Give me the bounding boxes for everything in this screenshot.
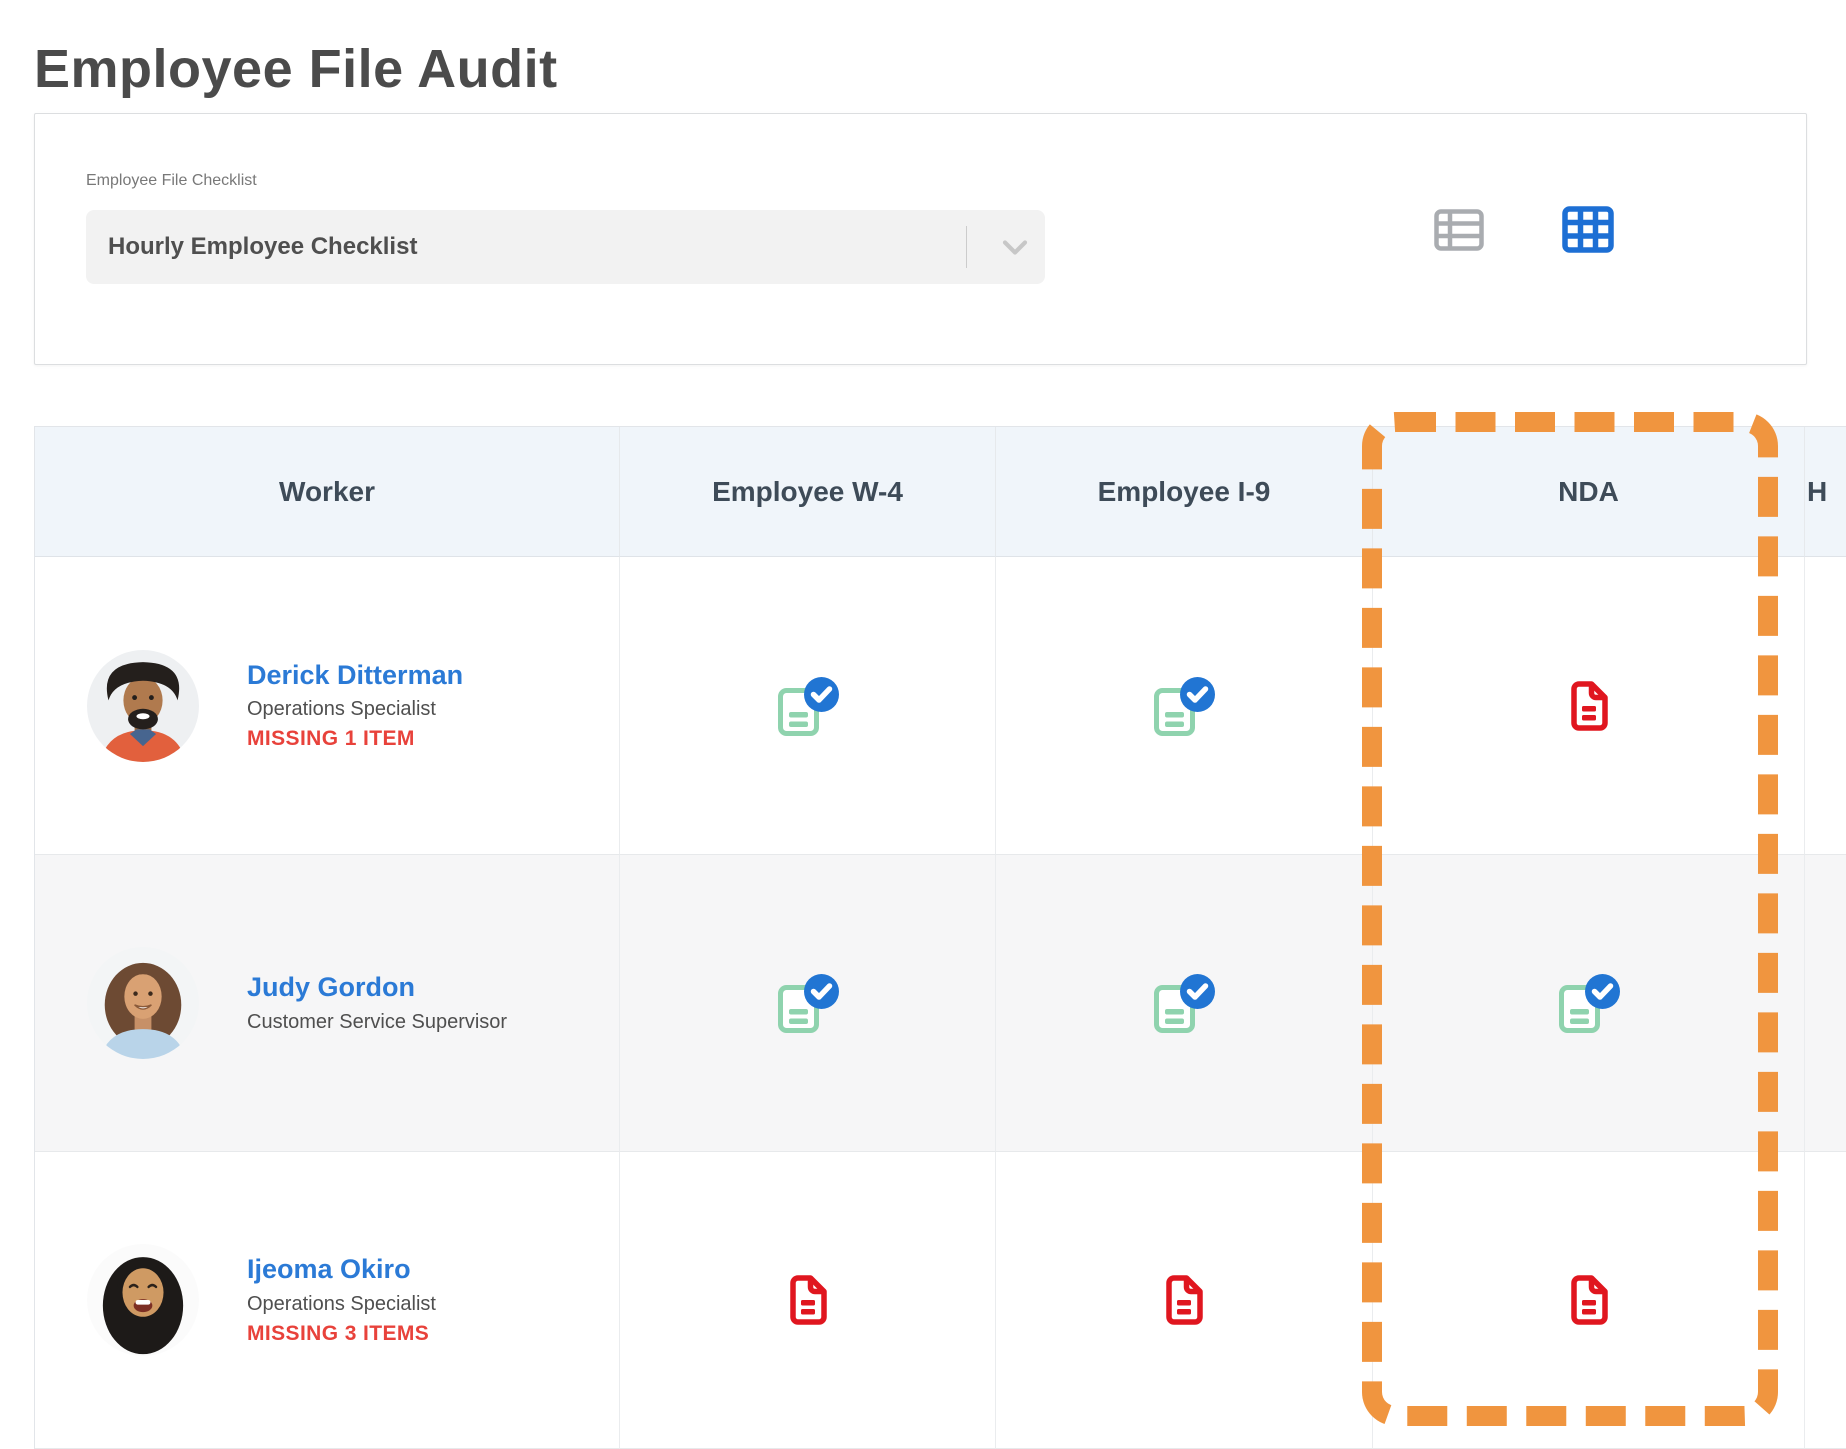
worker-info: Judy Gordon Customer Service Supervisor [247, 972, 507, 1033]
page-title: Employee File Audit [34, 38, 558, 100]
document-check-icon [1151, 972, 1217, 1034]
avatar [87, 650, 199, 762]
document-check-icon [1556, 972, 1622, 1034]
avatar [87, 947, 199, 1059]
list-view-button[interactable] [1434, 209, 1484, 251]
select-divider [966, 226, 967, 268]
document-missing-icon [1570, 681, 1608, 731]
worker-name-link[interactable]: Judy Gordon [247, 972, 507, 1003]
table-list-view-icon [1434, 239, 1484, 254]
column-header-worker: Worker [35, 427, 620, 557]
worker-name-link[interactable]: Derick Ditterman [247, 660, 463, 691]
view-toggle-group [1434, 206, 1614, 253]
worker-role: Operations Specialist [247, 698, 463, 721]
status-cell-w4[interactable] [620, 855, 996, 1152]
status-cell-i9[interactable] [996, 1152, 1373, 1449]
status-cell-nda[interactable] [1373, 1152, 1805, 1449]
table-row-worker: Derick Ditterman Operations Specialist M… [35, 557, 620, 855]
empty-cell [1805, 855, 1846, 1152]
column-header-i9: Employee I-9 [996, 427, 1373, 557]
checklist-select[interactable]: Hourly Employee Checklist [86, 210, 1045, 284]
missing-items-badge: MISSING 3 ITEMS [247, 1322, 436, 1346]
column-header-nda: NDA [1373, 427, 1805, 557]
column-header-partial: H [1805, 427, 1846, 557]
worker-role: Operations Specialist [247, 1293, 436, 1316]
empty-cell [1805, 1152, 1846, 1449]
status-cell-nda[interactable] [1373, 855, 1805, 1152]
checklist-select-value: Hourly Employee Checklist [86, 233, 966, 261]
status-cell-w4[interactable] [620, 557, 996, 855]
worker-info: Derick Ditterman Operations Specialist M… [247, 660, 463, 751]
avatar [87, 1244, 199, 1356]
status-cell-i9[interactable] [996, 855, 1373, 1152]
table-row-worker: Judy Gordon Customer Service Supervisor [35, 855, 620, 1152]
status-cell-w4[interactable] [620, 1152, 996, 1449]
status-cell-nda[interactable] [1373, 557, 1805, 855]
missing-items-badge: MISSING 1 ITEM [247, 727, 463, 751]
document-missing-icon [789, 1275, 827, 1325]
table-row-worker: Ijeoma Okiro Operations Specialist MISSI… [35, 1152, 620, 1449]
filter-card: Employee File Checklist Hourly Employee … [34, 113, 1807, 365]
status-cell-i9[interactable] [996, 557, 1373, 855]
worker-name-link[interactable]: Ijeoma Okiro [247, 1254, 436, 1285]
checklist-label: Employee File Checklist [86, 172, 257, 190]
audit-table: Worker Employee W-4 Employee I-9 NDA H [34, 426, 1846, 1449]
table-grid-view-icon [1562, 241, 1614, 256]
worker-info: Ijeoma Okiro Operations Specialist MISSI… [247, 1254, 436, 1345]
document-check-icon [775, 972, 841, 1034]
chevron-down-icon [985, 239, 1045, 256]
document-missing-icon [1165, 1275, 1203, 1325]
document-check-icon [775, 675, 841, 737]
empty-cell [1805, 557, 1846, 855]
document-check-icon [1151, 675, 1217, 737]
document-missing-icon [1570, 1275, 1608, 1325]
worker-role: Customer Service Supervisor [247, 1011, 507, 1034]
grid-view-button[interactable] [1562, 206, 1614, 253]
column-header-w4: Employee W-4 [620, 427, 996, 557]
